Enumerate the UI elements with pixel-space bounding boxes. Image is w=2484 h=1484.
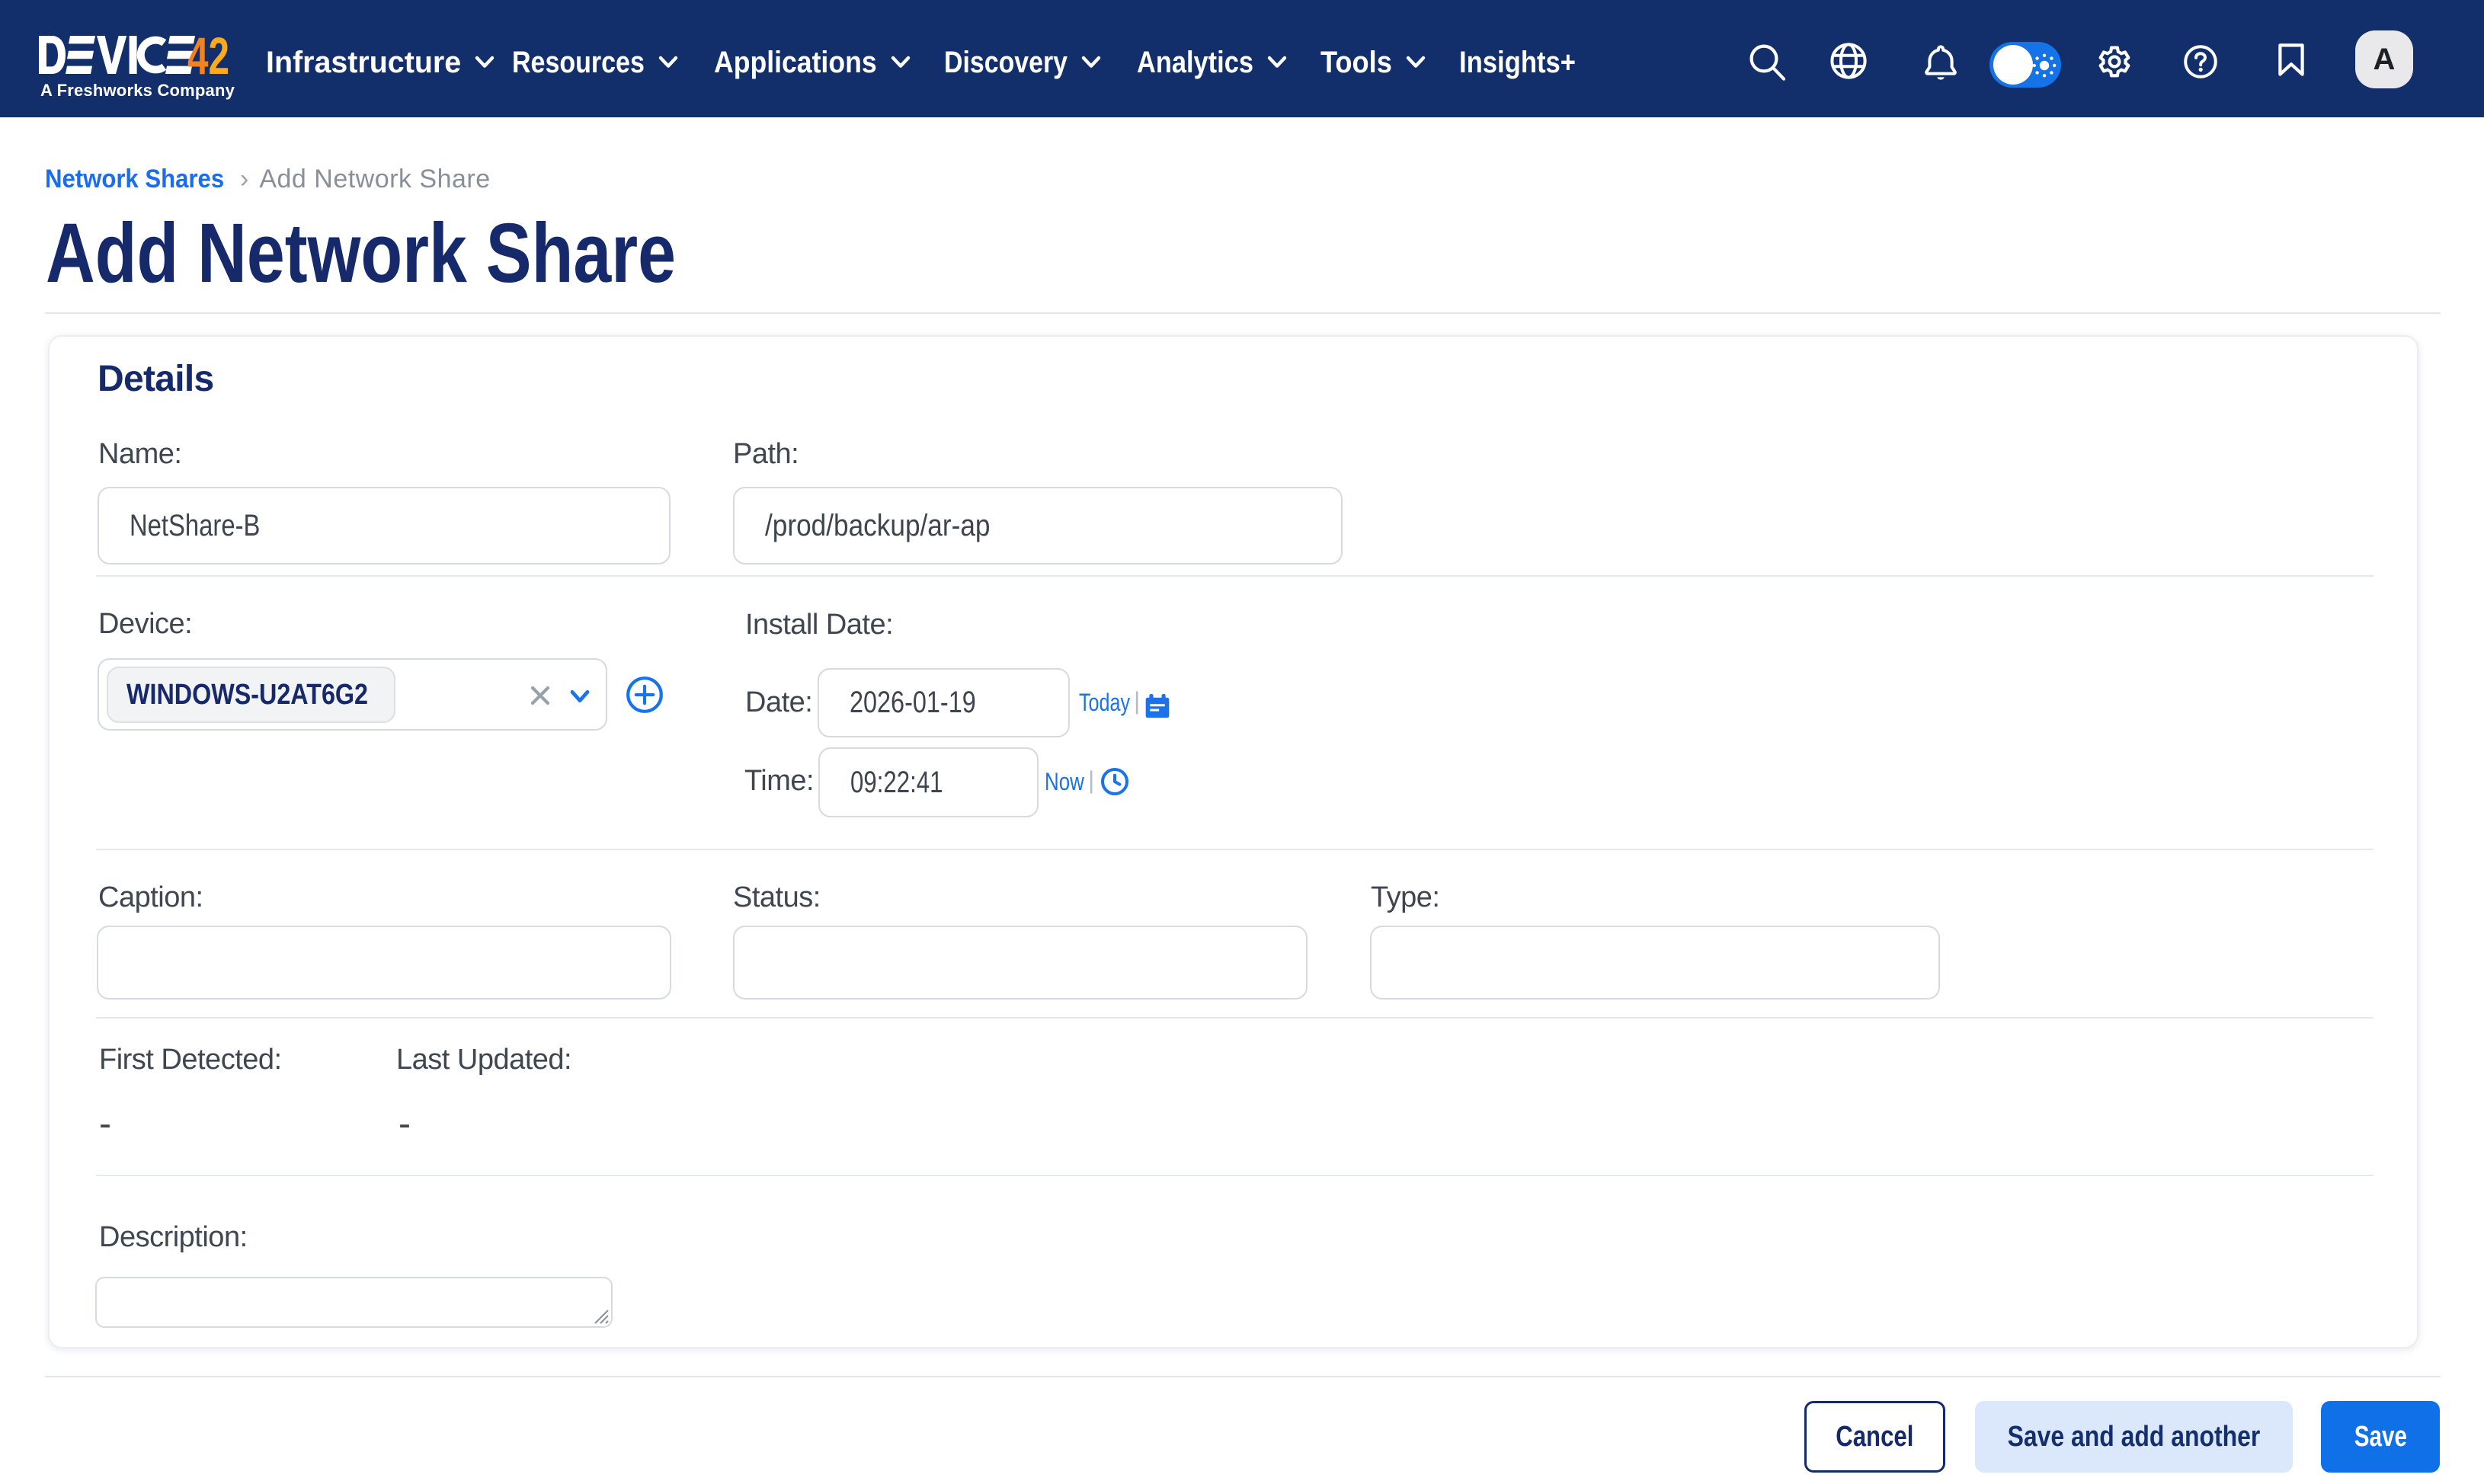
svg-text:42: 42 xyxy=(187,36,229,75)
